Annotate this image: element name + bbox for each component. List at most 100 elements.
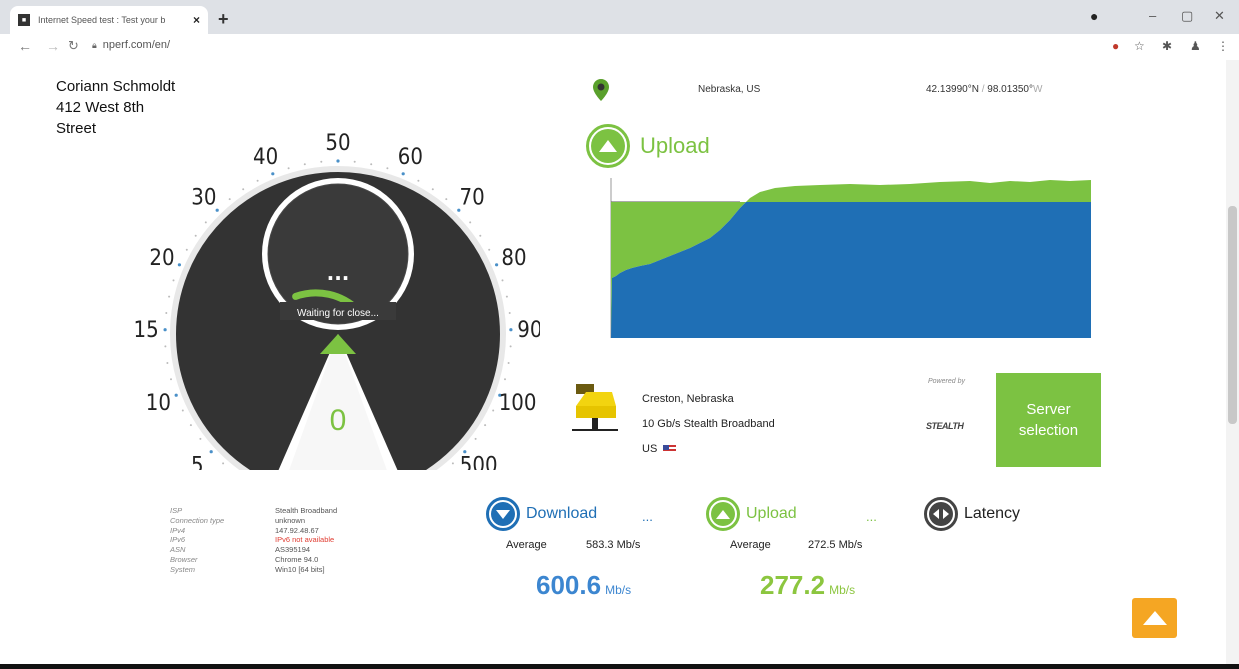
isp-key: ISP: [170, 506, 183, 515]
extension-icon[interactable]: ●: [1112, 39, 1119, 53]
gauge-scale-label: 70: [460, 186, 485, 211]
scroll-top-button[interactable]: [1132, 598, 1177, 638]
gauge-tick: [303, 163, 306, 166]
gauge-tick: [507, 362, 510, 364]
gauge-tick: [320, 160, 323, 163]
download-dots: ...: [642, 509, 653, 524]
isp-key: Connection type: [170, 515, 225, 525]
gauge-tick: [209, 450, 213, 454]
gauge-tick: [488, 248, 491, 251]
latency-header: Latency: [924, 497, 1020, 531]
isp-row: Browser Chrome 94.0: [170, 555, 337, 565]
profile-icon[interactable]: ●: [1090, 8, 1098, 24]
phase-upload-icon: [586, 124, 630, 168]
gauge-tick: [509, 328, 513, 332]
gauge-scale-label: 10: [146, 391, 171, 416]
phase-header: Upload: [586, 124, 710, 168]
gauge-tick: [417, 179, 420, 182]
gauge-value: 0: [330, 404, 347, 437]
gauge-scale-label: 20: [149, 246, 174, 271]
upload-arrow-icon: [706, 497, 740, 531]
latency-icon: [924, 497, 958, 531]
account-icon[interactable]: ♟: [1190, 39, 1201, 53]
server-provider: 10 Gb/s Stealth Broadband: [642, 418, 775, 430]
gauge-tick: [172, 279, 175, 282]
browser-tab[interactable]: ■ Internet Speed test : Test your b ×: [10, 6, 208, 34]
browser-menu-icon[interactable]: ⋮: [1217, 39, 1229, 53]
gauge-tick: [451, 462, 454, 465]
gauge-tick: [353, 160, 356, 163]
scrollbar-thumb[interactable]: [1228, 206, 1237, 424]
upload-average: Average 272.5 Mb/s: [730, 539, 863, 551]
gauge-scale-label: 500: [460, 454, 498, 470]
reload-icon[interactable]: ↻: [68, 38, 79, 54]
download-value: 600.6 Mb/s: [536, 570, 632, 600]
window-close-icon[interactable]: ✕: [1214, 8, 1225, 24]
location-name: Nebraska, US: [698, 84, 761, 95]
isp-key: System: [170, 564, 196, 574]
gauge-tick: [189, 424, 192, 427]
isp-key: Browser: [170, 554, 198, 564]
gauge-tick: [181, 409, 184, 412]
minimize-icon[interactable]: –: [1149, 8, 1156, 23]
gauge-tick: [484, 424, 487, 427]
isp-value: IPv6 not available: [275, 535, 335, 545]
gauge-dots-text: ...: [327, 261, 350, 285]
us-flag-icon: [663, 445, 677, 454]
taskbar-edge: [0, 664, 1239, 669]
tab-close-icon[interactable]: ×: [193, 13, 200, 27]
server-country: US: [642, 437, 775, 462]
browser-toolbar: [0, 34, 1239, 60]
gauge-tick: [271, 172, 275, 176]
tab-title: Internet Speed test : Test your b: [38, 15, 166, 25]
gauge-tick: [336, 159, 340, 163]
gauge-scale-label: 30: [191, 186, 216, 211]
site-favicon-icon: ■: [18, 14, 30, 26]
gauge-tick: [185, 248, 188, 251]
isp-key: ASN: [170, 545, 186, 555]
address-bar[interactable]: 🔒︎ nperf.com/en/: [92, 39, 170, 51]
isp-details: ISP Stealth Broadband Connection type unkno…: [170, 506, 337, 575]
gauge-tick: [479, 234, 482, 237]
back-icon[interactable]: ←: [18, 38, 32, 54]
coordinates: 42.13990°N / 98.01350°W: [926, 84, 1042, 95]
server-selection-button[interactable]: Server selection: [996, 373, 1101, 467]
server-info: Creston, Nebraska 10 Gb/s Stealth Broadb…: [642, 387, 775, 462]
gauge-tick: [166, 362, 169, 364]
extensions-puzzle-icon[interactable]: ✱: [1162, 39, 1172, 53]
gauge-tick: [469, 221, 472, 224]
isp-value: unknown: [275, 515, 306, 525]
forward-icon[interactable]: →: [46, 38, 60, 54]
gauge-tick: [242, 188, 245, 191]
gauge-tick: [386, 167, 389, 170]
bookmark-star-icon[interactable]: ☆: [1134, 39, 1145, 53]
upload-dots: ...: [866, 509, 877, 524]
isp-row: IPv4 147.92.48.67: [170, 526, 337, 536]
phase-title: Upload: [640, 133, 710, 158]
gauge-tick: [174, 393, 178, 397]
maximize-icon[interactable]: ▢: [1181, 8, 1193, 24]
gauge-tick: [508, 312, 511, 314]
scroll-top-icon: [1142, 611, 1167, 625]
gauge-scale-label: 40: [253, 145, 278, 170]
gauge-scale-label: 15: [134, 318, 159, 343]
server-icon: [572, 384, 618, 431]
longitude-dir: W: [1033, 84, 1043, 95]
gauge-tick: [370, 163, 373, 166]
isp-value: Stealth Broadband: [275, 506, 338, 515]
upload-label: Upload: [746, 505, 797, 522]
gauge-tick: [163, 328, 167, 332]
isp-row: ASN AS395194: [170, 545, 337, 555]
gauge-tick: [445, 198, 448, 201]
isp-row: System Win10 [64 bits]: [170, 565, 337, 575]
url-text: nperf.com/en/: [102, 39, 171, 51]
server-city: Creston, Nebraska: [642, 393, 734, 405]
gauge-status-text: Waiting for close...: [297, 308, 379, 319]
longitude: 98.01350°: [987, 84, 1033, 95]
sponsor-logo: STEALTH: [926, 421, 964, 431]
gauge-scale-label: 5: [191, 454, 204, 470]
upload-value: 277.2 Mb/s: [760, 570, 856, 600]
gauge-tick: [509, 345, 512, 348]
new-tab-button[interactable]: +: [218, 9, 229, 30]
gauge-tick: [505, 295, 508, 298]
